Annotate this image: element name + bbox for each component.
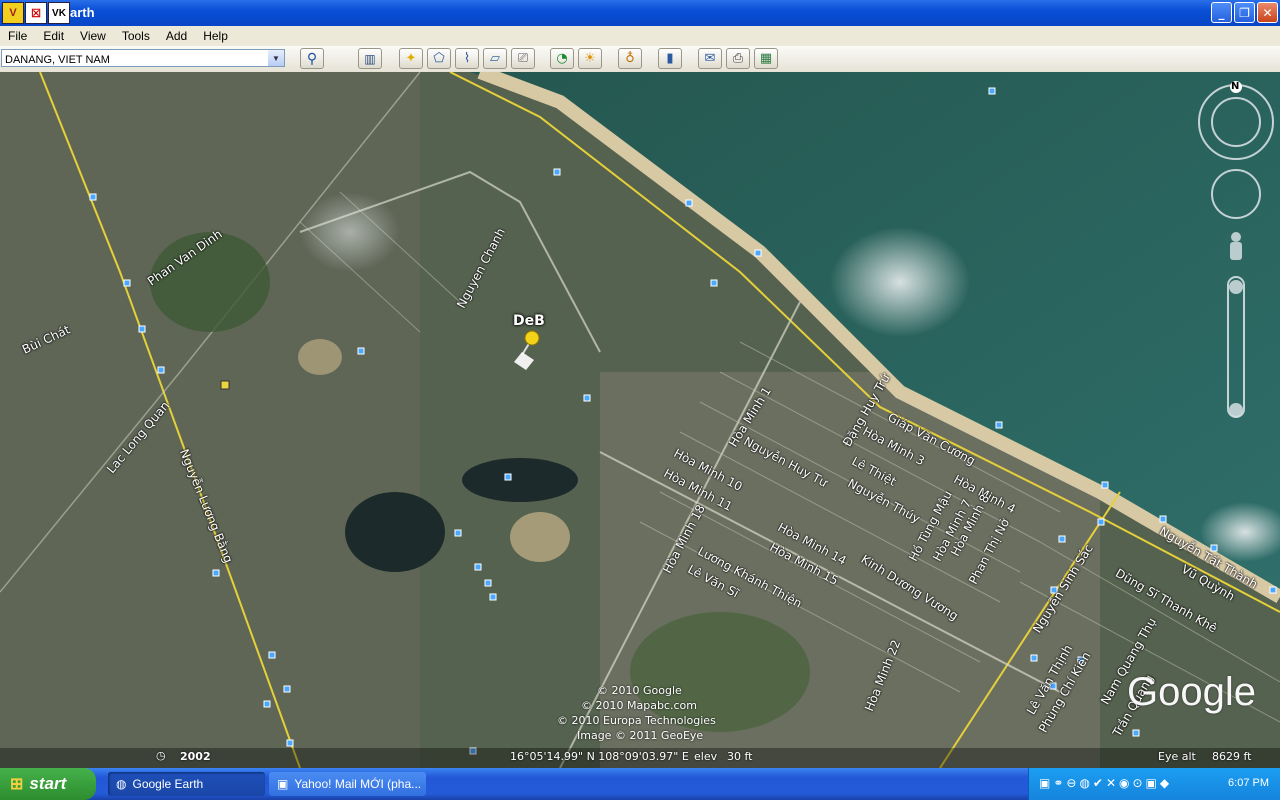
menu-view[interactable]: View xyxy=(72,29,114,43)
email-button[interactable]: ✉ xyxy=(698,48,722,69)
task-google-earth[interactable]: ◍ Google Earth xyxy=(108,772,265,796)
polygon-icon: ⬠ xyxy=(433,51,445,66)
minimize-button[interactable]: _ xyxy=(1211,2,1232,23)
coordinates-readout: 16°05'14.99" N 108°09'03.97" E xyxy=(510,750,689,763)
print-icon: ⎙ xyxy=(732,51,744,66)
window-title: arth xyxy=(70,5,95,20)
copyright-line: © 2010 Europa Technologies xyxy=(557,714,716,727)
tray-icons[interactable]: ▣⚭⊖◍✔✕◉⊙▣◆ xyxy=(1039,776,1172,790)
sunlight-icon: ☀ xyxy=(584,51,596,66)
copyright-line: Image © 2011 GeoEye xyxy=(577,729,704,742)
task-label: Google Earth xyxy=(132,777,204,791)
print-button[interactable]: ⎙ xyxy=(726,48,750,69)
add-path-button[interactable]: ⌇ xyxy=(455,48,479,69)
task-label: Yahoo! Mail MỚI (pha... xyxy=(294,777,422,791)
toolbar: ▼ ⚲ ▥ ✦ ⬠ ⌇ ▱ ⎚ ◔ ☀ ♁ ▮ ✉ ⎙ ▦ xyxy=(0,46,1280,73)
google-logo: Google xyxy=(1127,670,1256,714)
historical-imagery-icon[interactable]: ◷ xyxy=(156,749,166,762)
search-box: ▼ xyxy=(1,49,285,68)
ruler-button[interactable]: ▮ xyxy=(658,48,682,69)
start-button[interactable]: ⊞ start xyxy=(0,768,96,800)
clock[interactable]: 6:07 PM xyxy=(1228,777,1269,789)
sidebar-toggle-button[interactable]: ▥ xyxy=(358,48,382,69)
menu-add[interactable]: Add xyxy=(158,29,195,43)
elevation-value: 30 ft xyxy=(727,750,753,763)
menu-tools[interactable]: Tools xyxy=(114,29,158,43)
app-flag-icon[interactable]: ☒ xyxy=(25,2,47,24)
close-button[interactable]: ✕ xyxy=(1257,2,1278,23)
sunlight-button[interactable]: ☀ xyxy=(578,48,602,69)
taskbar: ⊞ start ◍ Google Earth ▣ Yahoo! Mail MỚI… xyxy=(0,768,1280,800)
copyright-line: © 2010 Mapabc.com xyxy=(581,699,697,712)
planets-button[interactable]: ♁ xyxy=(618,48,642,69)
search-input[interactable] xyxy=(2,52,270,68)
eye-altitude-label: Eye alt xyxy=(1158,750,1196,763)
menu-bar: File Edit View Tools Add Help xyxy=(0,26,1280,46)
restore-button[interactable]: ❐ xyxy=(1234,2,1255,23)
view-in-maps-button[interactable]: ▦ xyxy=(754,48,778,69)
system-tray: ▣⚭⊖◍✔✕◉⊙▣◆ 6:07 PM xyxy=(1028,768,1280,800)
title-app-icons: V ☒ VK xyxy=(2,2,70,24)
copyright-line: © 2010 Google xyxy=(597,684,682,697)
email-icon: ✉ xyxy=(704,51,716,66)
search-button[interactable]: ⚲ xyxy=(300,48,324,69)
placemark-label[interactable]: DeB xyxy=(513,313,545,329)
task-yahoo-mail[interactable]: ▣ Yahoo! Mail MỚI (pha... xyxy=(269,772,426,796)
menu-help[interactable]: Help xyxy=(195,29,236,43)
add-polygon-button[interactable]: ⬠ xyxy=(427,48,451,69)
title-bar: V ☒ VK arth _ ❐ ✕ xyxy=(0,0,1280,26)
start-label: start xyxy=(29,774,67,793)
add-overlay-button[interactable]: ▱ xyxy=(483,48,507,69)
app-v-icon[interactable]: V xyxy=(2,2,24,24)
historical-imagery-button[interactable]: ◔ xyxy=(550,48,574,69)
magnifier-icon: ⚲ xyxy=(306,50,318,67)
ruler-icon: ▮ xyxy=(666,51,674,66)
map-view[interactable]: N Phan Van Dinh Bùi Chát Nguyen Chanh Lac L… xyxy=(0,72,1280,768)
add-placemark-button[interactable]: ✦ xyxy=(399,48,423,69)
eye-altitude-value: 8629 ft xyxy=(1212,750,1252,763)
imagery-year: 2002 xyxy=(180,750,211,763)
browser-icon: ▣ xyxy=(277,777,289,791)
record-tour-icon: ⎚ xyxy=(517,51,529,66)
google-earth-icon: ◍ xyxy=(116,777,127,791)
placemark-icon: ✦ xyxy=(405,51,417,66)
compass-north-label: N xyxy=(1231,81,1240,92)
sidebar-icon: ▥ xyxy=(364,51,376,66)
planets-icon: ♁ xyxy=(625,51,635,66)
menu-file[interactable]: File xyxy=(0,29,35,43)
elevation-label: elev xyxy=(694,750,718,763)
overlay-icon: ▱ xyxy=(490,51,500,66)
historical-imagery-icon: ◔ xyxy=(556,51,568,66)
path-icon: ⌇ xyxy=(463,51,471,66)
menu-edit[interactable]: Edit xyxy=(35,29,72,43)
app-vk-icon[interactable]: VK xyxy=(48,2,70,24)
chevron-down-icon[interactable]: ▼ xyxy=(268,50,284,66)
windows-logo-icon: ⊞ xyxy=(10,776,24,793)
record-tour-button[interactable]: ⎚ xyxy=(511,48,535,69)
view-in-maps-icon: ▦ xyxy=(759,51,773,66)
